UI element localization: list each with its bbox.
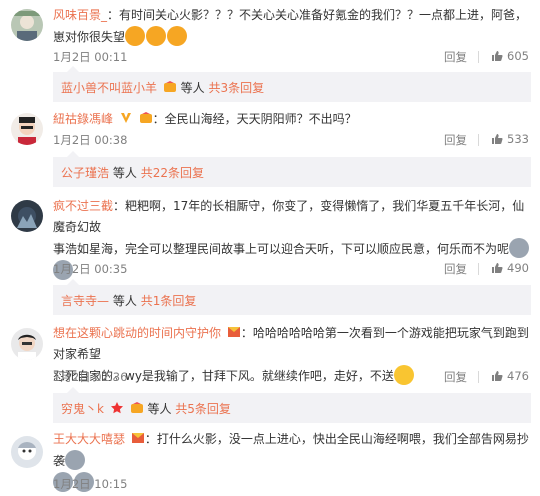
sub-reply-count[interactable]: 共3条回复 (209, 81, 265, 95)
comment-text: 风味百景_：有时间关心火影？？？不关心关心准备好氪金的我们？？一点都上进，阿爸，… (53, 5, 531, 48)
caret (67, 151, 79, 157)
like-button[interactable]: 605 (491, 49, 529, 63)
username-link[interactable]: 风味百景_ (53, 8, 107, 22)
sub-reply-user[interactable]: 公子瑾浩 (61, 166, 109, 180)
sub-replies[interactable]: 蓝小兽不叫蓝小羊 等人 共3条回复 (53, 66, 531, 102)
reply-button[interactable]: 回复 (444, 369, 467, 385)
comment-time: 1月2日 10:15 (53, 477, 128, 491)
vip-badge-icon (130, 402, 143, 413)
username-link[interactable]: 想在这颗心跳动的时间内守护你 (53, 326, 221, 340)
comment-meta: 1月2日 00:35 回复 490 (53, 261, 529, 279)
comment-body: 紐祜錄馮峰 ：全民山海经，天天阴阳师？不出吗？ (53, 109, 531, 130)
vip-badge-icon (139, 112, 152, 123)
angry-emoji (146, 26, 167, 46)
avatar[interactable] (11, 200, 43, 232)
angry-emoji (167, 26, 188, 46)
comment-meta: 1月2日 02:36 回复 476 (53, 369, 529, 387)
like-button[interactable]: 476 (491, 369, 529, 383)
comment-text: 紐祜錄馮峰 ：全民山海经，天天阴阳师？不出吗？ (53, 109, 531, 130)
like-count: 476 (507, 369, 529, 383)
comment-content: ：有时间关心火影？？？不关心关心准备好氪金的我们？？一点都上进，阿爸，崽对你很失… (53, 8, 528, 44)
sub-reply-count[interactable]: 共22条回复 (141, 166, 204, 180)
thumbs-up-icon (492, 134, 503, 144)
caret (67, 66, 79, 72)
like-count: 533 (507, 132, 529, 146)
sub-reply-etc: 等人 (112, 294, 137, 308)
thumbs-up-icon (492, 263, 503, 273)
like-button[interactable]: 533 (491, 132, 529, 146)
husky-emoji (509, 238, 530, 258)
sub-reply-user[interactable]: 言寺寺— (61, 294, 109, 308)
sub-reply-user[interactable]: 蓝小兽不叫蓝小羊 (61, 81, 157, 95)
comment-meta: 1月2日 10:15 (53, 476, 529, 494)
divider (478, 134, 479, 146)
thumbs-up-icon (492, 371, 503, 381)
reply-button[interactable]: 回复 (444, 49, 467, 65)
comment-time: 1月2日 00:38 (53, 133, 128, 147)
comment-meta: 1月2日 00:38 回复 533 (53, 132, 529, 150)
red-envelope-icon (227, 327, 240, 337)
sub-reply-user[interactable]: 穷鬼丶k (61, 402, 104, 416)
username-link[interactable]: 王大大大嘻瑟 (53, 432, 125, 446)
thumbs-up-icon (492, 51, 503, 61)
comment-content: ：粑粑啊，17年的长相厮守，你变了，变得懒惰了，我们华夏五千年长河，仙魔奇幻故 (53, 199, 525, 234)
sub-replies[interactable]: 公子瑾浩 等人 共22条回复 (53, 151, 531, 187)
like-count: 605 (507, 49, 529, 63)
avatar[interactable] (11, 113, 43, 145)
username-link[interactable]: 疯不过三截 (53, 199, 113, 213)
husky-emoji (65, 450, 86, 470)
reply-button[interactable]: 回复 (444, 132, 467, 148)
v-verified-icon (120, 113, 131, 123)
sub-reply-etc: 等人 (147, 402, 172, 416)
comment-time: 1月2日 00:11 (53, 50, 128, 64)
sub-reply-count[interactable]: 共5条回复 (175, 402, 231, 416)
reply-button[interactable]: 回复 (444, 261, 467, 277)
vip-badge-icon (163, 81, 176, 92)
star-badge-icon (110, 402, 123, 414)
avatar[interactable] (11, 328, 43, 360)
angry-emoji (125, 26, 146, 46)
caret (67, 279, 79, 285)
comment-time: 1月2日 00:35 (53, 262, 128, 276)
like-count: 490 (507, 261, 529, 275)
like-button[interactable]: 490 (491, 261, 529, 275)
red-envelope-icon (131, 433, 144, 443)
avatar[interactable] (11, 9, 43, 41)
comment-body: 风味百景_：有时间关心火影？？？不关心关心准备好氪金的我们？？一点都上进，阿爸，… (53, 5, 531, 48)
sub-replies[interactable]: 言寺寺— 等人 共1条回复 (53, 279, 531, 315)
divider (478, 263, 479, 275)
comment-content: ：全民山海经，天天阴阳师？不出吗？ (152, 112, 357, 126)
sub-replies[interactable]: 穷鬼丶k 等人 共5条回复 (53, 387, 531, 423)
username-link[interactable]: 紐祜錄馮峰 (53, 112, 113, 126)
comment-meta: 1月2日 00:11 回复 605 (53, 49, 529, 67)
caret (67, 387, 79, 393)
comment-time: 1月2日 02:36 (53, 370, 128, 384)
sub-reply-etc: 等人 (180, 81, 205, 95)
divider (478, 51, 479, 63)
comment-content: 事浩如星海，完全可以整理民间故事上可以迎合天听，下可以顺应民意，何乐而不为呢 (53, 242, 510, 256)
divider (478, 371, 479, 383)
sub-reply-etc: 等人 (112, 166, 137, 180)
avatar[interactable] (11, 436, 43, 468)
sub-reply-count[interactable]: 共1条回复 (141, 294, 197, 308)
comment-content: ：打什么火影，没一点上进心，快出全民山海经啊喂，我们全部告网易抄袭 (53, 432, 529, 468)
